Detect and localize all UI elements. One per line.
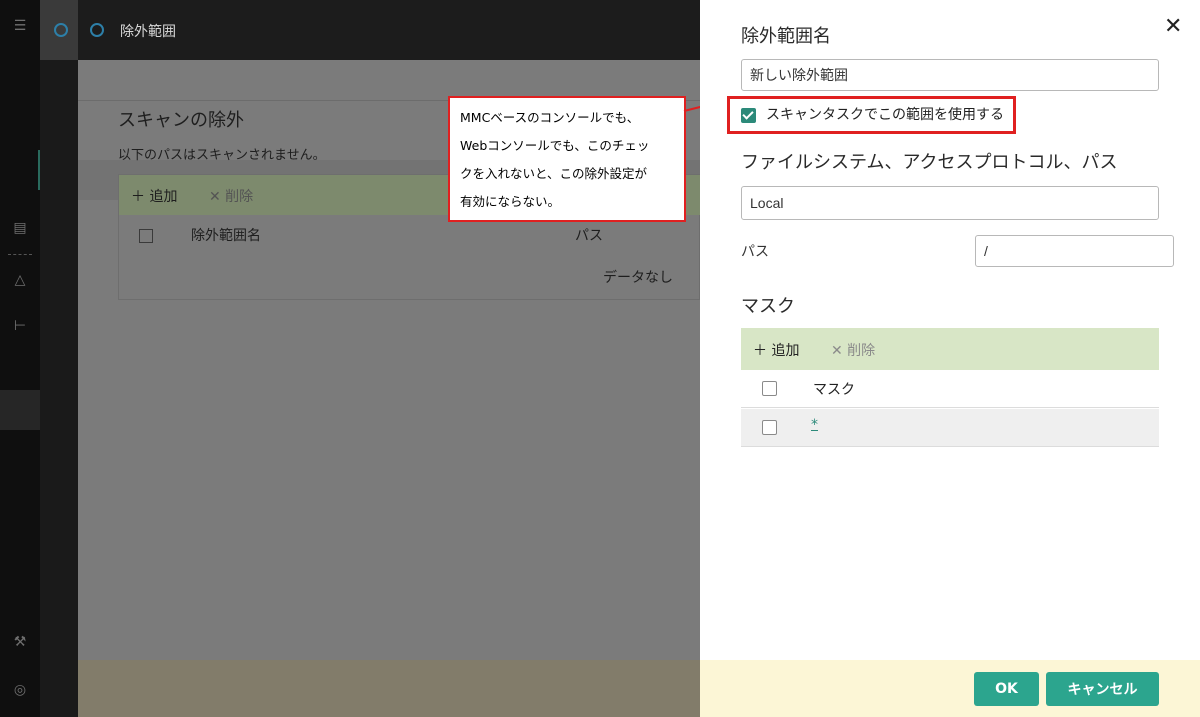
table-row[interactable]: *	[741, 409, 1159, 447]
mask-table-header: マスク	[741, 370, 1159, 408]
delete-button[interactable]: ✕ 削除	[209, 186, 253, 206]
callout-text: MMCベースのコンソールでも、 Webコンソールでも、このチェッ クを入れないと…	[460, 110, 650, 209]
warning-icon[interactable]: △	[10, 270, 30, 290]
user-icon[interactable]: ◎	[10, 680, 30, 700]
menu-icon[interactable]: ☰	[10, 16, 30, 36]
column-header-name: 除外範囲名	[191, 228, 261, 244]
top-bar: 除外範囲	[54, 0, 700, 60]
filesystem-select[interactable]: Local	[741, 186, 1159, 220]
path-label: パス	[741, 244, 769, 260]
mask-column-header: マスク	[813, 382, 855, 398]
nav-rail: ☰ ▤ △ ⊢ ⚒ ◎	[0, 0, 41, 717]
mask-value-link[interactable]: *	[811, 417, 818, 433]
panel-footer: OK キャンセル	[700, 660, 1200, 717]
select-all-mask-checkbox[interactable]	[762, 381, 777, 396]
tree-icon[interactable]: ⊢	[10, 316, 30, 336]
list-icon[interactable]: ▤	[10, 218, 30, 238]
scan-exclusion-subtitle: 以下のパスはスキャンされません。	[118, 148, 326, 163]
mask-row-checkbox[interactable]	[762, 420, 777, 435]
annotation-callout: MMCベースのコンソールでも、 Webコンソールでも、このチェッ クを入れないと…	[448, 96, 686, 222]
sub-rail	[40, 0, 78, 717]
exclusion-name-input[interactable]: 新しい除外範囲	[741, 59, 1159, 91]
circle-arrow-icon[interactable]	[54, 23, 68, 37]
nav-divider	[8, 254, 32, 255]
cancel-button[interactable]: キャンセル	[1046, 672, 1159, 706]
circle-arrow-icon[interactable]	[90, 23, 104, 37]
use-in-scan-checkbox[interactable]	[741, 108, 756, 123]
select-all-checkbox[interactable]	[139, 229, 153, 243]
page-title: 除外範囲	[120, 24, 176, 40]
filesystem-label: ファイルシステム、アクセスプロトコル、パス	[741, 152, 1118, 173]
wrench-icon[interactable]: ⚒	[10, 632, 30, 652]
path-input[interactable]: /	[975, 235, 1174, 267]
column-header-path: パス	[575, 228, 603, 244]
close-icon[interactable]: ✕	[1164, 16, 1182, 38]
exclusion-panel: ✕ 除外範囲名 新しい除外範囲 スキャンタスクでこの範囲を使用する ファイルシス…	[700, 0, 1200, 717]
delete-mask-button[interactable]: ✕ 削除	[831, 340, 875, 360]
name-label: 除外範囲名	[741, 26, 831, 47]
use-in-scan-label[interactable]: スキャンタスクでこの範囲を使用する	[766, 104, 1004, 124]
add-button[interactable]: ＋ 追加	[131, 186, 177, 206]
mask-toolbar: ＋ 追加 ✕ 削除	[741, 328, 1159, 370]
scan-exclusion-heading: スキャンの除外	[118, 110, 244, 131]
nav-selected-item[interactable]	[0, 390, 40, 430]
add-mask-button[interactable]: ＋ 追加	[753, 340, 799, 360]
ok-button[interactable]: OK	[974, 672, 1039, 706]
mask-label: マスク	[741, 296, 795, 317]
empty-text: データなし	[603, 270, 673, 286]
background-footer	[78, 660, 700, 717]
